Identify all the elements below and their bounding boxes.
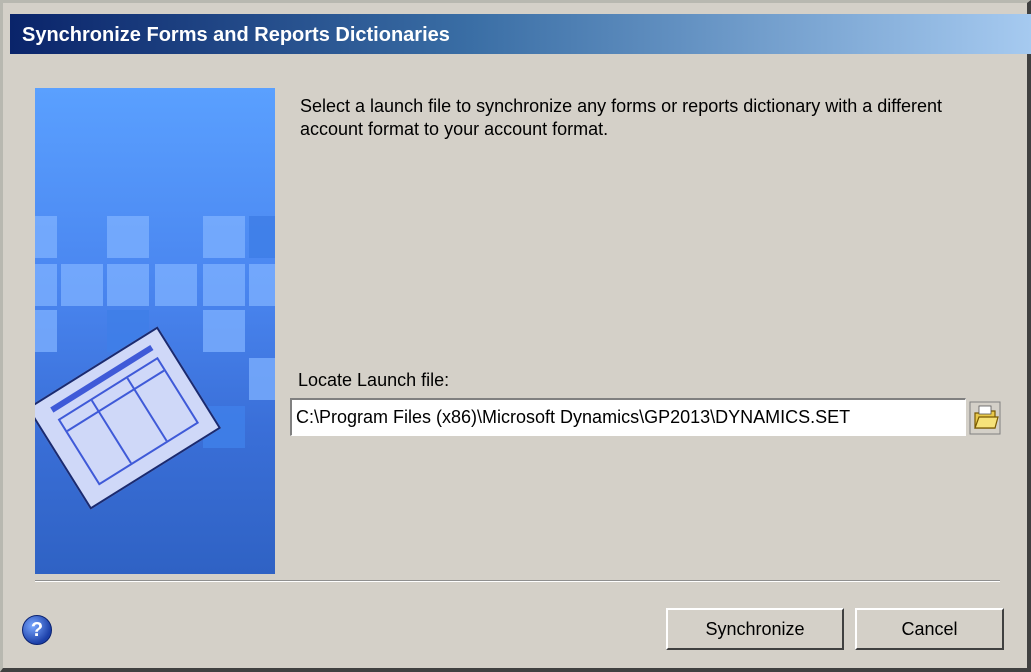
footer-separator	[35, 580, 1000, 582]
locate-launch-file-label: Locate Launch file:	[298, 370, 450, 390]
dictionary-illustration	[35, 88, 275, 574]
launch-file-path-input[interactable]: C:\Program Files (x86)\Microsoft Dynamic…	[290, 398, 966, 436]
folder-open-icon[interactable]	[969, 401, 1001, 435]
synchronize-button[interactable]: Synchronize	[666, 608, 844, 650]
title-bar[interactable]: Synchronize Forms and Reports Dictionari…	[10, 14, 1031, 54]
help-icon[interactable]: ?	[22, 615, 52, 645]
document-icon	[35, 326, 222, 510]
instruction-text: Select a launch file to synchronize any …	[300, 96, 942, 139]
cancel-button[interactable]: Cancel	[855, 608, 1004, 650]
window-title: Synchronize Forms and Reports Dictionari…	[22, 24, 450, 46]
